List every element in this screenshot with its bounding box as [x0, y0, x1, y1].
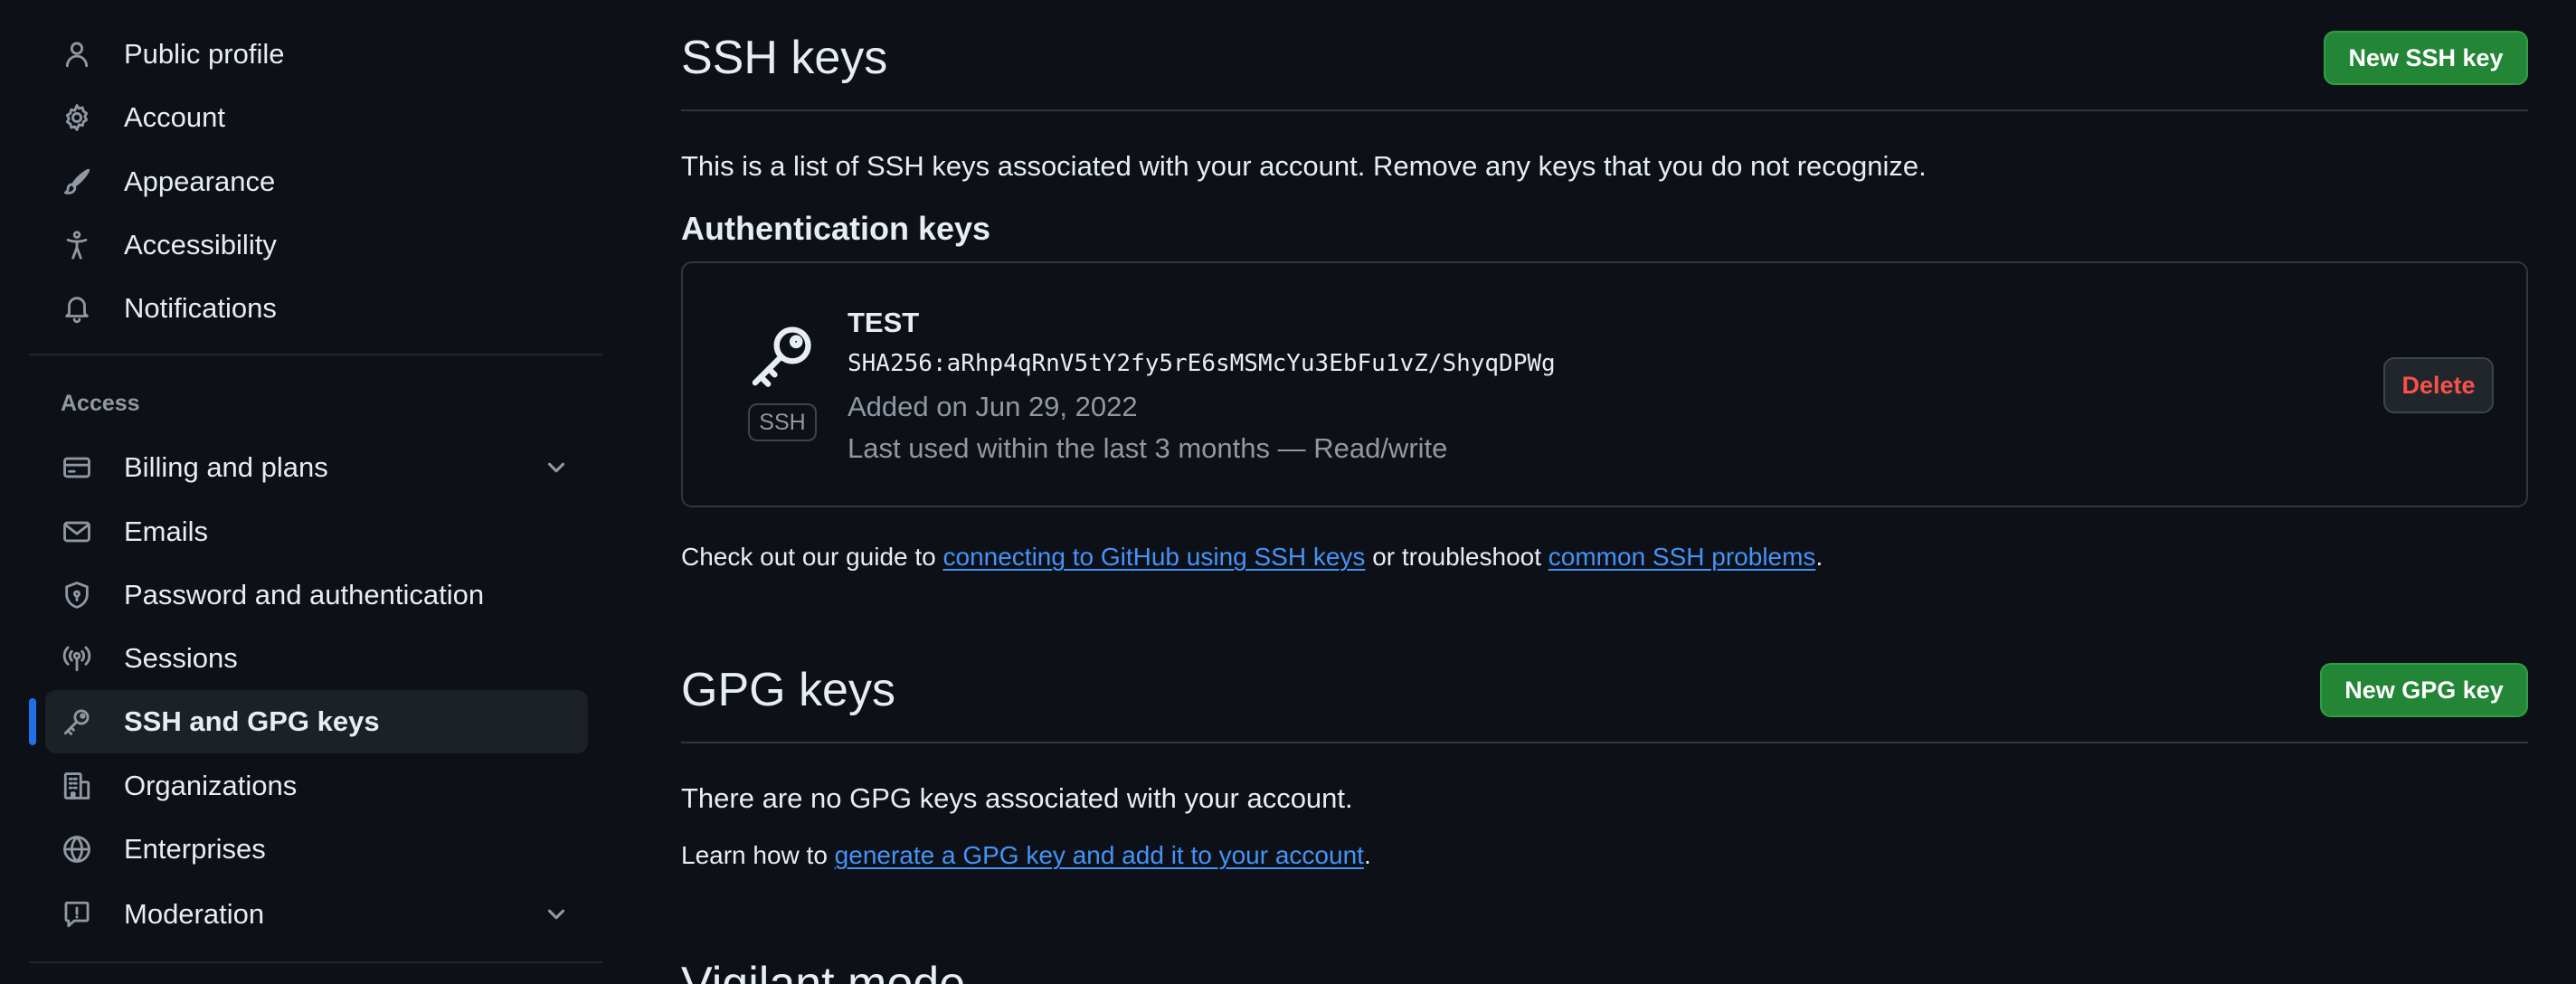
gpg-keys-title: GPG keys	[681, 664, 895, 716]
gpg-learn-text: Learn how to generate a GPG key and add …	[681, 841, 1371, 870]
gear-icon	[60, 100, 94, 135]
sidebar-item-label: Billing and plans	[124, 451, 328, 483]
sidebar-item-label: Public profile	[124, 38, 285, 70]
sidebar-item-enterprises[interactable]: Enterprises	[45, 818, 588, 881]
sidebar-item-emails[interactable]: Emails	[45, 500, 588, 563]
sidebar-item-appearance[interactable]: Appearance	[45, 150, 588, 213]
gpg-empty-text: There are no GPG keys associated with yo…	[681, 782, 1353, 814]
key-type-badge: SSH	[748, 403, 817, 441]
gpg-guide-link[interactable]: generate a GPG key and add it to your ac…	[835, 841, 1364, 869]
ssh-troubleshoot-link[interactable]: common SSH problems	[1548, 543, 1816, 571]
sidebar-item-notifications[interactable]: Notifications	[45, 277, 588, 340]
sidebar-section-heading: Access	[61, 391, 140, 416]
sidebar-item-ssh-gpg-keys[interactable]: SSH and GPG keys	[45, 690, 588, 753]
accessibility-icon	[60, 228, 94, 262]
vigilant-mode-title: Vigilant mode	[681, 958, 966, 984]
paintbrush-icon	[60, 165, 94, 199]
organization-icon	[60, 769, 94, 803]
sidebar-item-label: Sessions	[124, 642, 238, 674]
ssh-guide-link[interactable]: connecting to GitHub using SSH keys	[943, 543, 1366, 571]
key-last-used: Last used within the last 3 months — Rea…	[848, 432, 1448, 464]
key-fingerprint: SHA256:aRhp4qRnV5tY2fy5rE6sMSMcYu3EbFu1v…	[848, 350, 1556, 377]
sidebar-item-label: Account	[124, 101, 226, 133]
chevron-down-icon[interactable]	[543, 901, 570, 928]
key-added-date: Added on Jun 29, 2022	[848, 391, 1138, 422]
guide-prefix: Check out our guide to	[681, 543, 943, 571]
section-divider	[681, 109, 2528, 111]
sidebar-item-label: Notifications	[124, 292, 277, 324]
sidebar-item-label: Moderation	[124, 898, 265, 930]
section-divider	[681, 742, 2528, 743]
guide-suffix: .	[1815, 543, 1823, 571]
sidebar-item-label: Enterprises	[124, 833, 266, 865]
guide-middle: or troubleshoot	[1365, 543, 1548, 571]
sidebar-item-label: Accessibility	[124, 229, 277, 260]
sidebar-item-accessibility[interactable]: Accessibility	[45, 213, 588, 277]
mail-icon	[60, 515, 94, 549]
key-name: TEST	[848, 307, 920, 338]
sidebar-item-label: Appearance	[124, 166, 276, 197]
new-ssh-key-button[interactable]: New SSH key	[2324, 31, 2528, 85]
ssh-keys-title: SSH keys	[681, 32, 888, 84]
sidebar-item-billing[interactable]: Billing and plans	[45, 436, 588, 499]
sidebar-item-sessions[interactable]: Sessions	[45, 627, 588, 690]
sidebar-item-public-profile[interactable]: Public profile	[45, 23, 588, 86]
active-indicator	[29, 698, 36, 745]
learn-suffix: .	[1363, 841, 1371, 869]
sidebar-item-label: Emails	[124, 516, 209, 547]
sidebar-item-label: Organizations	[124, 770, 298, 801]
sidebar-divider	[29, 961, 602, 963]
person-icon	[60, 37, 94, 71]
authentication-keys-heading: Authentication keys	[681, 210, 991, 247]
key-icon	[748, 321, 817, 390]
globe-icon	[60, 832, 94, 866]
sidebar-item-label: Password and authentication	[124, 579, 485, 610]
key-icon	[60, 705, 94, 739]
sidebar-item-moderation[interactable]: Moderation	[45, 883, 588, 946]
main-content: SSH keys New SSH key This is a list of S…	[681, 0, 2528, 984]
new-gpg-key-button[interactable]: New GPG key	[2320, 663, 2528, 717]
learn-prefix: Learn how to	[681, 841, 835, 869]
ssh-description: This is a list of SSH keys associated wi…	[681, 150, 1927, 182]
delete-key-button[interactable]: Delete	[2383, 357, 2494, 413]
bell-icon	[60, 291, 94, 326]
sidebar-item-organizations[interactable]: Organizations	[45, 754, 588, 818]
sidebar-item-label: SSH and GPG keys	[124, 705, 380, 737]
settings-sidebar: Public profile Account Appearance Access…	[29, 0, 602, 984]
credit-card-icon	[60, 450, 94, 485]
sidebar-item-account[interactable]: Account	[45, 86, 588, 149]
broadcast-icon	[60, 641, 94, 676]
report-icon	[60, 897, 94, 932]
sidebar-item-password-authentication[interactable]: Password and authentication	[45, 563, 588, 627]
shield-lock-icon	[60, 578, 94, 612]
chevron-down-icon[interactable]	[543, 454, 570, 481]
ssh-guide-text: Check out our guide to connecting to Git…	[681, 543, 1823, 572]
sidebar-divider	[29, 354, 602, 355]
ssh-key-list: SSH TEST SHA256:aRhp4qRnV5tY2fy5rE6sMSMc…	[681, 261, 2528, 507]
